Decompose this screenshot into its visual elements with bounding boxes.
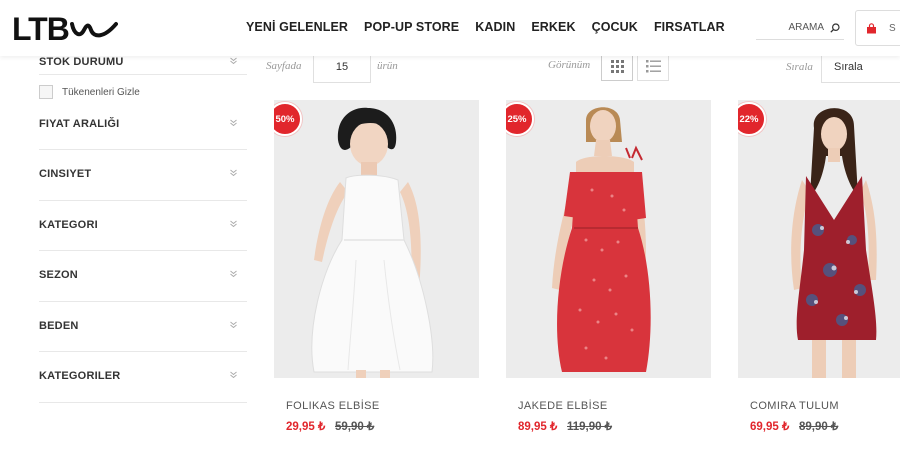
product-image[interactable]: 25% <box>506 100 711 378</box>
filter-gender-label: CINSIYET <box>39 168 92 180</box>
filter-category-label: KATEGORI <box>39 218 98 231</box>
search-icon[interactable] <box>830 22 840 33</box>
filter-gender[interactable]: CINSIYET <box>39 150 247 201</box>
cart-label: S <box>889 22 896 34</box>
model-illustration <box>311 107 434 378</box>
filter-season-label: SEZON <box>39 269 78 281</box>
logo[interactable]: LTB <box>12 10 118 47</box>
filter-categories[interactable]: KATEGORILER <box>39 352 247 403</box>
nav-popup-store[interactable]: POP-UP STORE <box>364 20 459 34</box>
product-old-price: 119,90 ₺ <box>567 421 613 433</box>
nav-women[interactable]: KADIN <box>475 20 515 34</box>
product-price: 89,95 ₺ <box>518 421 558 433</box>
chevron-down-icon <box>230 270 237 278</box>
nav-new-arrivals[interactable]: YENİ GELENLER <box>246 20 348 34</box>
chevron-down-icon <box>230 321 237 328</box>
search-input[interactable] <box>760 22 824 33</box>
per-page-unit: ürün <box>377 60 398 72</box>
nav-men[interactable]: ERKEK <box>531 20 575 34</box>
chevron-down-icon <box>230 220 237 227</box>
sort-label: Sırala <box>786 61 813 73</box>
product-card[interactable]: 25% JAKEDE ELBİSE 89,95 ₺ 119,90 ₺ <box>506 100 711 433</box>
hide-sold-out-option[interactable]: Tükenenleri Gizle <box>39 85 140 99</box>
chevron-down-icon <box>230 371 237 379</box>
product-old-price: 89,90 ₺ <box>799 421 839 433</box>
filter-sidebar: STOK DURUMU Tükenenleri Gizle FIYAT ARAL… <box>39 50 247 403</box>
product-card[interactable]: 50% FOLIKAS ELBİSE 29,95 ₺ 59,90 ₺ <box>274 100 479 433</box>
list-icon <box>645 59 661 72</box>
filter-size[interactable]: BEDEN <box>39 302 247 352</box>
product-name[interactable]: JAKEDE ELBİSE <box>518 400 608 412</box>
product-name[interactable]: FOLIKAS ELBİSE <box>286 400 380 412</box>
nav-deals[interactable]: FIRSATLAR <box>654 20 725 34</box>
filter-categories-label: KATEGORILER <box>39 370 121 382</box>
filter-season[interactable]: SEZON <box>39 251 247 302</box>
shopping-bag-icon <box>867 22 876 33</box>
main-nav: YENİ GELENLER POP-UP STORE KADIN ERKEK Ç… <box>246 20 741 34</box>
filter-price-label: FIYAT ARALIĞI <box>39 118 120 130</box>
product-price: 29,95 ₺ <box>286 421 326 433</box>
view-label: Görünüm <box>548 59 591 71</box>
filter-stock-label: STOK DURUMU <box>39 56 124 68</box>
filter-category[interactable]: KATEGORI <box>39 201 247 251</box>
product-old-price: 59,90 ₺ <box>335 421 375 433</box>
hide-sold-out-checkbox[interactable] <box>39 85 53 99</box>
logo-wave-icon <box>69 22 118 38</box>
filter-stock-options: Tükenenleri Gizle <box>39 75 247 110</box>
product-price: 69,95 ₺ <box>750 421 790 433</box>
product-image[interactable]: 22% <box>738 100 900 378</box>
nav-kids[interactable]: ÇOCUK <box>592 20 638 34</box>
model-illustration <box>791 108 877 378</box>
chevron-down-icon <box>230 57 237 65</box>
filter-price[interactable]: FIYAT ARALIĞI <box>39 110 247 150</box>
product-name[interactable]: COMIRA TULUM <box>750 400 839 412</box>
sort-value: Sırala <box>834 61 863 73</box>
per-page-value: 15 <box>335 61 349 73</box>
model-illustration <box>552 107 651 372</box>
site-header: LTB YENİ GELENLER POP-UP STORE KADIN ERK… <box>0 0 900 56</box>
product-image[interactable]: 50% <box>274 100 479 378</box>
per-page-label: Sayfada <box>266 60 302 72</box>
search-bar <box>756 16 844 40</box>
hide-sold-out-label: Tükenenleri Gizle <box>62 86 140 98</box>
cart-button[interactable]: S <box>855 10 900 46</box>
chevron-down-icon <box>230 119 237 127</box>
chevron-down-icon <box>230 169 237 177</box>
product-card[interactable]: 22% COMIRA TULUM 69,95 ₺ 89,90 ₺ <box>738 100 900 433</box>
filter-size-label: BEDEN <box>39 319 79 332</box>
grid-icon <box>610 59 624 73</box>
logo-text: LTB <box>12 10 70 47</box>
